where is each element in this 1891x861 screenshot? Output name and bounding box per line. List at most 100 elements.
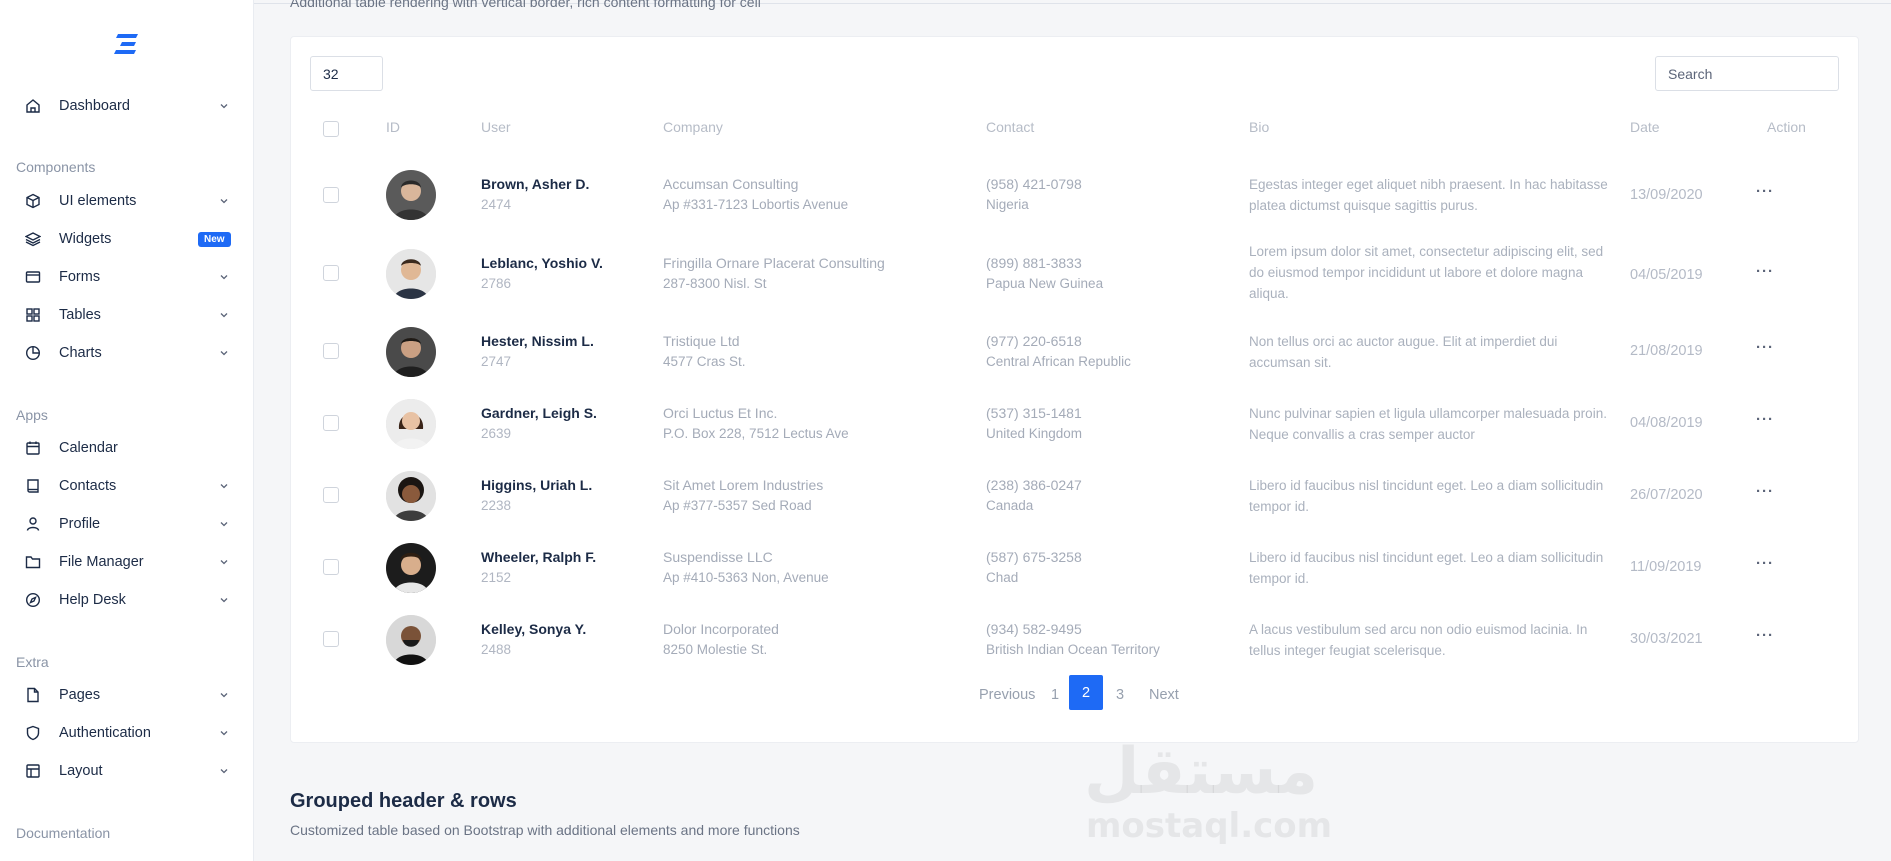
avatar xyxy=(386,249,436,299)
table-row[interactable]: Gardner, Leigh S. 2639 Orci Luctus Et In… xyxy=(291,389,1860,461)
brand-logo-icon[interactable] xyxy=(114,32,140,56)
row-checkbox[interactable] xyxy=(323,631,339,647)
select-all-checkbox[interactable] xyxy=(323,121,339,137)
company-name: Accumsan Consulting xyxy=(663,176,799,192)
sidebar-item-profile[interactable]: Profile xyxy=(0,506,254,542)
row-checkbox[interactable] xyxy=(323,187,339,203)
bio-text: Libero id faucibus nisl tincidunt eget. … xyxy=(1249,550,1604,586)
sidebar-item-layout[interactable]: Layout xyxy=(0,753,254,789)
user-icon xyxy=(24,515,42,533)
file-icon xyxy=(24,686,42,704)
section-title-components: Components xyxy=(16,159,96,175)
row-checkbox[interactable] xyxy=(323,343,339,359)
calendar-icon xyxy=(24,439,42,457)
pagination-page-1[interactable]: 1 xyxy=(1051,687,1059,703)
bio-text: Non tellus orci ac auctor augue. Elit at… xyxy=(1249,334,1558,370)
row-checkbox[interactable] xyxy=(323,487,339,503)
company-address: Ap #331-7123 Lobortis Avenue xyxy=(663,197,849,212)
main-content: Additional table rendering with vertical… xyxy=(254,0,1891,861)
row-checkbox[interactable] xyxy=(323,265,339,281)
chevron-down-icon xyxy=(220,351,228,356)
row-action-menu[interactable]: ··· xyxy=(1756,555,1774,572)
new-badge: New xyxy=(198,231,231,247)
bio-text: Libero id faucibus nisl tincidunt eget. … xyxy=(1249,478,1604,514)
row-action-menu[interactable]: ··· xyxy=(1756,339,1774,356)
company-name: Suspendisse LLC xyxy=(663,549,773,565)
date-cell: 04/08/2019 xyxy=(1630,415,1703,431)
row-checkbox[interactable] xyxy=(323,415,339,431)
sidebar-item-label: File Manager xyxy=(59,554,144,570)
table-row[interactable]: Brown, Asher D. 2474 Accumsan Consulting… xyxy=(291,159,1860,231)
contact-country: Papua New Guinea xyxy=(986,276,1104,291)
row-action-menu[interactable]: ··· xyxy=(1756,483,1774,500)
row-checkbox[interactable] xyxy=(323,559,339,575)
section-title: Grouped header & rows xyxy=(290,790,517,812)
column-header-company[interactable]: Company xyxy=(663,119,723,135)
sidebar-item-help-desk[interactable]: Help Desk xyxy=(0,582,254,618)
chevron-down-icon xyxy=(220,104,228,109)
table-row[interactable]: Higgins, Uriah L. 2238 Sit Amet Lorem In… xyxy=(291,461,1860,533)
page-length-select[interactable] xyxy=(310,56,383,91)
sidebar-item-label: UI elements xyxy=(59,193,137,209)
watermark-arabic: مستقل xyxy=(1084,735,1319,809)
row-action-menu[interactable]: ··· xyxy=(1756,263,1774,280)
sidebar-item-tables[interactable]: Tables xyxy=(0,297,254,333)
sidebar-item-contacts[interactable]: Contacts xyxy=(0,468,254,504)
layers-icon xyxy=(24,230,42,248)
grid-icon xyxy=(24,306,42,324)
sidebar-item-label: Widgets xyxy=(59,231,112,247)
avatar xyxy=(386,543,436,593)
section-title-extra: Extra xyxy=(16,654,49,670)
table-row[interactable]: Leblanc, Yoshio V. 2786 Fringilla Ornare… xyxy=(291,231,1860,317)
row-action-menu[interactable]: ··· xyxy=(1756,627,1774,644)
chevron-down-icon xyxy=(220,598,228,603)
table-row[interactable]: Kelley, Sonya Y. 2488 Dolor Incorporated… xyxy=(291,605,1860,677)
sidebar-item-pages[interactable]: Pages xyxy=(0,677,254,713)
chevron-down-icon xyxy=(220,731,228,736)
sidebar-item-file-manager[interactable]: File Manager xyxy=(0,544,254,580)
sidebar-item-widgets[interactable]: Widgets New xyxy=(0,221,254,257)
sidebar-item-label: Contacts xyxy=(59,478,117,494)
row-action-menu[interactable]: ··· xyxy=(1756,183,1774,200)
sidebar-item-forms[interactable]: Forms xyxy=(0,259,254,295)
avatar xyxy=(386,615,436,665)
table-row[interactable]: Hester, Nissim L. 2747 Tristique Ltd 457… xyxy=(291,317,1860,389)
bio-text: Lorem ipsum dolor sit amet, consectetur … xyxy=(1249,244,1604,301)
sidebar-item-label: Pages xyxy=(59,687,101,703)
sidebar-item-charts[interactable]: Charts xyxy=(0,335,254,371)
pagination-page-3[interactable]: 3 xyxy=(1116,687,1124,703)
pagination-next[interactable]: Next xyxy=(1149,687,1179,703)
sidebar-item-label: Layout xyxy=(59,763,103,779)
bio-text: Egestas integer eget aliquet nibh praese… xyxy=(1249,177,1608,213)
sidebar-item-label: Profile xyxy=(59,516,101,532)
column-header-action[interactable]: Action xyxy=(1767,119,1806,135)
sidebar-item-ui-elements[interactable]: UI elements xyxy=(0,183,254,219)
watermark-latin: mostaql.com xyxy=(1086,806,1333,846)
row-action-menu[interactable]: ··· xyxy=(1756,411,1774,428)
column-header-date[interactable]: Date xyxy=(1630,119,1660,135)
search-input[interactable] xyxy=(1655,56,1839,91)
section-title-apps: Apps xyxy=(16,407,48,423)
pagination-page-2-active[interactable]: 2 xyxy=(1069,675,1103,710)
column-header-bio[interactable]: Bio xyxy=(1249,119,1269,135)
user-id: 2488 xyxy=(481,642,512,657)
date-cell: 04/05/2019 xyxy=(1630,267,1703,283)
table-row[interactable]: Wheeler, Ralph F. 2152 Suspendisse LLC A… xyxy=(291,533,1860,605)
column-header-id[interactable]: ID xyxy=(386,119,400,135)
column-header-user[interactable]: User xyxy=(481,119,511,135)
sidebar-item-label: Tables xyxy=(59,307,101,323)
sidebar-item-authentication[interactable]: Authentication xyxy=(0,715,254,751)
sidebar-item-calendar[interactable]: Calendar xyxy=(0,430,254,466)
date-cell: 13/09/2020 xyxy=(1630,187,1703,203)
sidebar-item-dashboard[interactable]: Dashboard xyxy=(0,88,254,124)
pagination-previous[interactable]: Previous xyxy=(979,687,1035,703)
chevron-down-icon xyxy=(220,484,228,489)
column-header-contact[interactable]: Contact xyxy=(986,119,1034,135)
sidebar-item-label: Calendar xyxy=(59,440,118,456)
contact-phone: (238) 386-0247 xyxy=(986,477,1082,493)
book-icon xyxy=(24,477,42,495)
contact-phone: (899) 881-3833 xyxy=(986,255,1082,271)
user-name: Brown, Asher D. xyxy=(481,176,590,192)
folder-icon xyxy=(24,553,42,571)
company-address: 4577 Cras St. xyxy=(663,354,746,369)
